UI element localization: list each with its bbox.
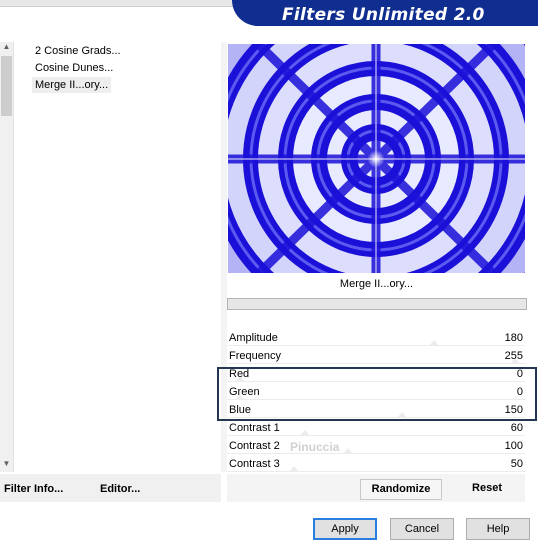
slider-label: Contrast 3	[229, 458, 280, 470]
watermark: Pinuccia	[290, 440, 340, 454]
app-title: Filters Unlimited 2.0	[282, 5, 485, 25]
preview-caption: Merge II...ory...	[339, 278, 414, 290]
slider-track[interactable]	[227, 435, 525, 436]
slider-value: 180	[504, 332, 523, 344]
slider-thumb[interactable]	[288, 466, 299, 472]
slider-thumb[interactable]	[342, 448, 353, 454]
slider-label: Amplitude	[229, 332, 278, 344]
slider-contrast-2[interactable]: Contrast 2 100	[227, 438, 525, 456]
slider-amplitude[interactable]: Amplitude 180	[227, 330, 525, 348]
highlight-box	[217, 367, 537, 421]
slider-thumb[interactable]	[429, 340, 440, 346]
help-button[interactable]: Help	[466, 518, 530, 540]
slider-value: 100	[504, 440, 523, 452]
filter-info-link[interactable]: Filter Info...	[4, 483, 63, 495]
slider-contrast-3[interactable]: Contrast 3 50	[227, 456, 525, 474]
list-scrollbar[interactable]	[0, 42, 14, 472]
list-item[interactable]: Cosine Dunes...	[32, 60, 116, 76]
filter-preview	[228, 44, 525, 273]
slider-label: Contrast 1	[229, 422, 280, 434]
scroll-up-arrow-icon[interactable]: ▲	[2, 42, 11, 51]
filter-list: 2 Cosine Grads... Cosine Dunes... Merge …	[14, 42, 220, 472]
list-item-selected[interactable]: Merge II...ory...	[32, 77, 112, 93]
cancel-button[interactable]: Cancel	[390, 518, 454, 540]
editor-link[interactable]: Editor...	[100, 483, 140, 495]
slider-frequency[interactable]: Frequency 255	[227, 348, 525, 366]
randomize-button[interactable]: Randomize	[360, 479, 442, 500]
slider-contrast-1[interactable]: Contrast 1 60	[227, 420, 525, 438]
slider-track[interactable]	[227, 345, 525, 346]
apply-button[interactable]: Apply	[313, 518, 377, 540]
slider-label: Contrast 2	[229, 440, 280, 452]
slider-track[interactable]	[227, 471, 525, 472]
slider-value: 255	[504, 350, 523, 362]
list-item[interactable]: 2 Cosine Grads...	[32, 43, 124, 59]
slider-value: 60	[510, 422, 523, 434]
reset-button[interactable]: Reset	[460, 479, 514, 498]
slider-track[interactable]	[227, 453, 525, 454]
slider-value: 50	[510, 458, 523, 470]
slider-thumb[interactable]	[299, 430, 310, 436]
list-scrollbar-thumb[interactable]	[1, 56, 12, 116]
slider-track[interactable]	[227, 363, 525, 364]
scroll-down-arrow-icon[interactable]: ▼	[2, 459, 11, 468]
left-link-bar: Filter Info... Editor...	[0, 474, 221, 502]
progress-bar	[227, 298, 527, 310]
slider-label: Frequency	[229, 350, 281, 362]
